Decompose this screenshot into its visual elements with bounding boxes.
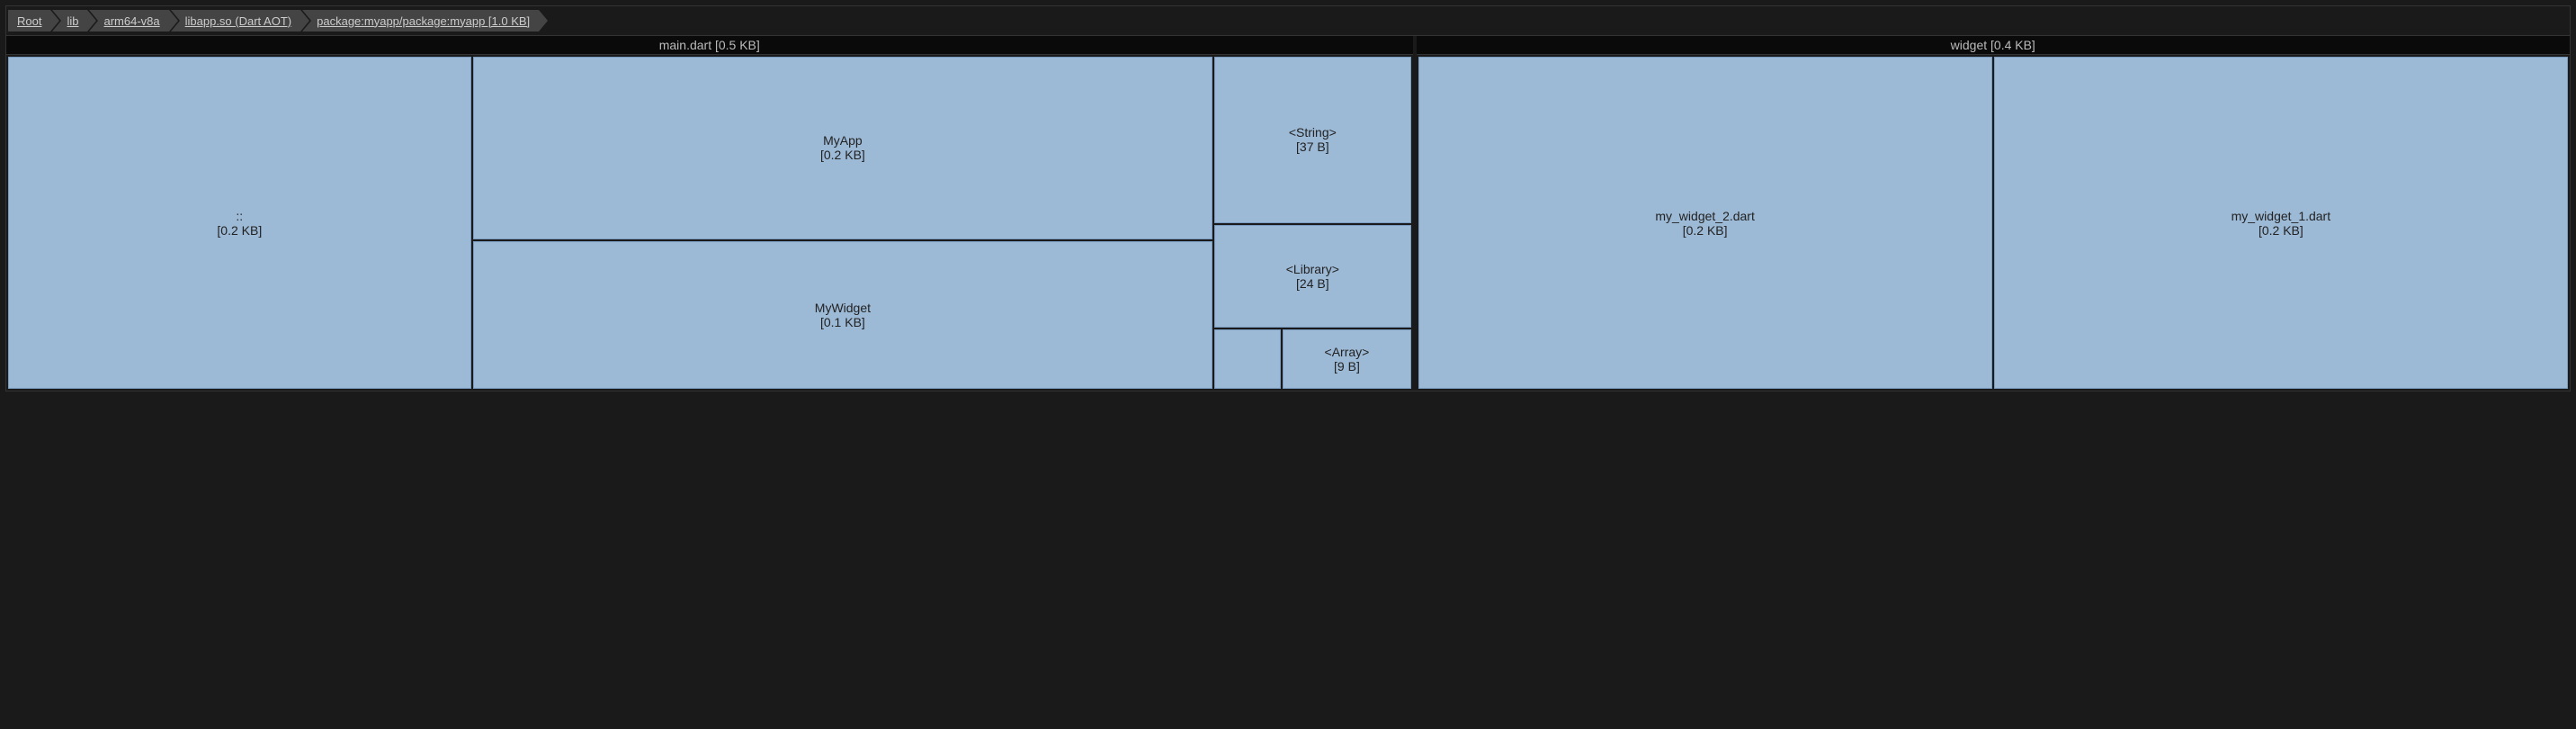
breadcrumb-package[interactable]: package:myapp/package:myapp [1.0 KB] xyxy=(302,10,539,32)
breadcrumb: Root lib arm64-v8a libapp.so (Dart AOT) … xyxy=(6,6,2570,35)
section-header-main[interactable]: main.dart [0.5 KB] xyxy=(6,36,1413,55)
cell-size: [37 B] xyxy=(1296,140,1329,154)
treemap-cell-anon[interactable]: :: [0.2 KB] xyxy=(8,57,471,389)
treemap-cell-array[interactable]: <Array> [9 B] xyxy=(1283,329,1410,389)
cell-size: [0.1 KB] xyxy=(820,315,865,329)
cell-label: my_widget_1.dart xyxy=(2232,209,2331,223)
treemap-section-widget: widget [0.4 KB] my_widget_2.dart [0.2 KB… xyxy=(1417,36,2571,391)
breadcrumb-libapp[interactable]: libapp.so (Dart AOT) xyxy=(171,10,301,32)
breadcrumb-arch[interactable]: arm64-v8a xyxy=(89,10,168,32)
cell-label: my_widget_2.dart xyxy=(1655,209,1755,223)
cell-label: <String> xyxy=(1289,125,1337,140)
treemap-cell-mywidget[interactable]: MyWidget [0.1 KB] xyxy=(473,241,1213,389)
treemap-section-main: main.dart [0.5 KB] :: [0.2 KB] MyApp [0.… xyxy=(6,36,1417,391)
cell-label: :: xyxy=(236,209,243,223)
cell-label: MyApp xyxy=(823,133,863,148)
treemap-cell-string[interactable]: <String> [37 B] xyxy=(1214,57,1410,223)
treemap: main.dart [0.5 KB] :: [0.2 KB] MyApp [0.… xyxy=(6,35,2570,391)
app-window: Root lib arm64-v8a libapp.so (Dart AOT) … xyxy=(5,5,2571,392)
treemap-cell-spacer[interactable] xyxy=(1214,329,1281,389)
cell-size: [0.2 KB] xyxy=(1683,223,1728,238)
treemap-cell-library[interactable]: <Library> [24 B] xyxy=(1214,225,1410,328)
cell-label: MyWidget xyxy=(815,301,871,315)
treemap-col-classes: MyApp [0.2 KB] MyWidget [0.1 KB] xyxy=(473,57,1213,389)
treemap-row-array: <Array> [9 B] xyxy=(1214,329,1410,389)
treemap-cell-myapp[interactable]: MyApp [0.2 KB] xyxy=(473,57,1213,239)
cell-size: [9 B] xyxy=(1334,359,1360,374)
treemap-cell-widget2[interactable]: my_widget_2.dart [0.2 KB] xyxy=(1418,57,1992,389)
cell-label: <Array> xyxy=(1325,345,1370,359)
section-header-widget[interactable]: widget [0.4 KB] xyxy=(1417,36,2571,55)
cell-size: [24 B] xyxy=(1296,276,1329,291)
treemap-col-misc: <String> [37 B] <Library> [24 B] <Array>… xyxy=(1214,57,1410,389)
cell-size: [0.2 KB] xyxy=(217,223,262,238)
treemap-cell-widget1[interactable]: my_widget_1.dart [0.2 KB] xyxy=(1994,57,2568,389)
cell-size: [0.2 KB] xyxy=(2258,223,2303,238)
section-body-widget: my_widget_2.dart [0.2 KB] my_widget_1.da… xyxy=(1417,55,2571,391)
section-body-main: :: [0.2 KB] MyApp [0.2 KB] MyWidget [0.1… xyxy=(6,55,1413,391)
cell-size: [0.2 KB] xyxy=(820,148,865,162)
breadcrumb-root[interactable]: Root xyxy=(8,10,50,32)
cell-label: <Library> xyxy=(1286,262,1339,276)
